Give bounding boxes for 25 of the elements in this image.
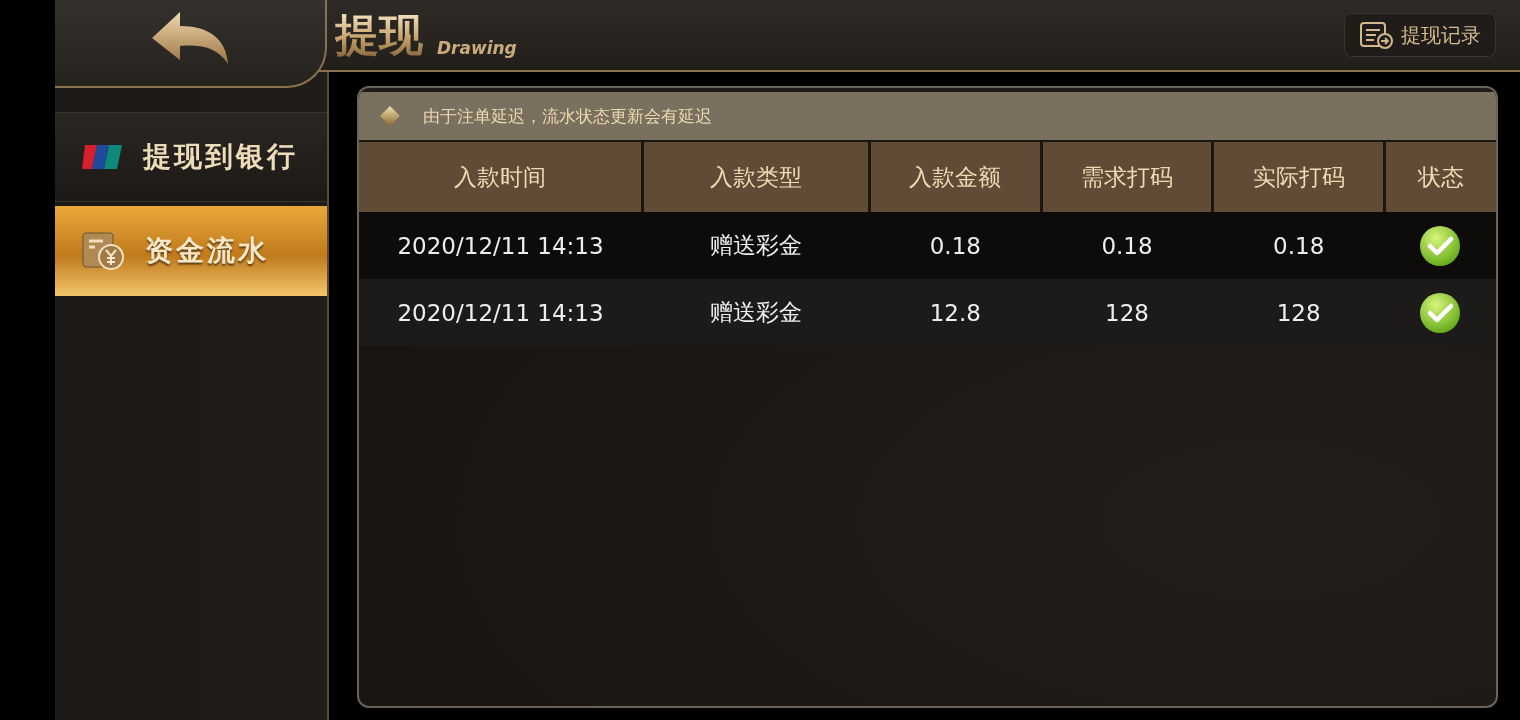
column-header: 状态: [1384, 141, 1496, 212]
column-header: 入款类型: [642, 141, 870, 212]
notice-text: 由于注单延迟，流水状态更新会有延迟: [423, 104, 712, 128]
table-cell: 2020/12/11 14:13: [397, 232, 604, 259]
table-cell: 赠送彩金: [709, 299, 802, 325]
coin-ledger-icon: [81, 231, 125, 271]
table-cell: 0.18: [1101, 232, 1153, 259]
page-title: 提现: [335, 13, 423, 57]
table-cell: 128: [1105, 299, 1149, 326]
table-cell: 2020/12/11 14:13: [397, 299, 604, 326]
table-cell: 128: [1276, 299, 1321, 326]
column-header: 实际打码: [1212, 141, 1385, 212]
table-cell: 12.8: [929, 299, 981, 326]
table-cell: 0.18: [929, 232, 981, 259]
back-button[interactable]: [55, 0, 327, 88]
column-header: 需求打码: [1041, 141, 1213, 212]
column-header: 入款金额: [869, 141, 1042, 212]
withdraw-records-button[interactable]: 提现记录: [1344, 13, 1496, 57]
column-header: 入款时间: [359, 141, 643, 212]
sidebar-item[interactable]: 提现到银行: [55, 112, 327, 202]
records-list-icon: [1359, 20, 1393, 50]
table-cell: 赠送彩金: [709, 232, 802, 258]
table-cell: 0.18: [1273, 232, 1325, 259]
page-subtitle: Drawing: [437, 38, 517, 58]
bank-card-icon: [81, 143, 123, 171]
